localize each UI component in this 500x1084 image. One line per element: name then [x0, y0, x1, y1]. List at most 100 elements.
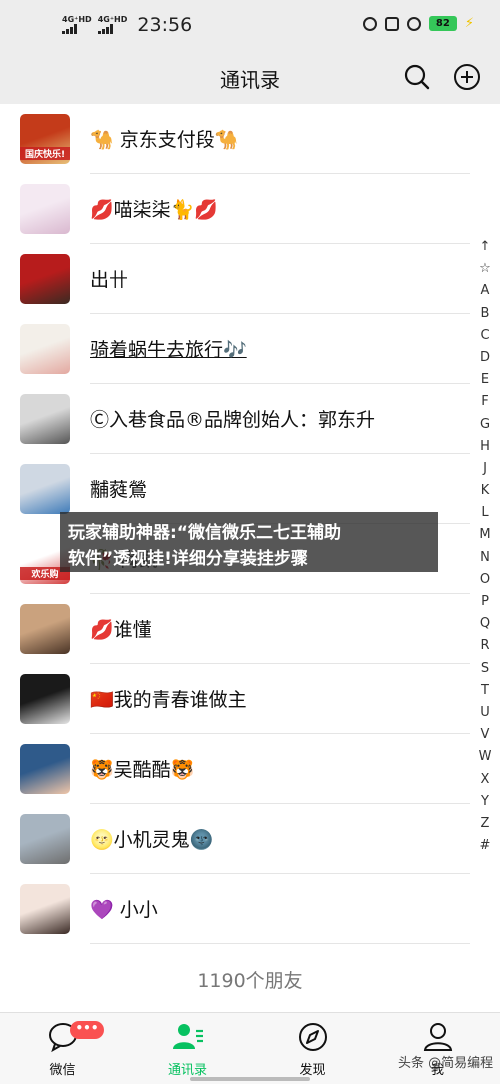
network-type-1: 4G⁺HD — [62, 15, 92, 24]
add-button[interactable] — [452, 62, 482, 92]
index-letter[interactable]: S — [474, 658, 496, 680]
tab-me[interactable]: 我 — [375, 1013, 500, 1084]
contact-name: 🐯吴酷酷🐯 — [90, 759, 195, 781]
clock: 23:56 — [137, 14, 193, 36]
network-type-2: 4G⁺HD — [97, 15, 128, 24]
search-button[interactable] — [402, 62, 432, 92]
tab-chats[interactable]: ••• 微信 — [0, 1013, 125, 1084]
status-bar: 4G⁺HD 4G⁺HD 23:56 82 ⚡ — [0, 0, 500, 52]
avatar: 国庆快乐! — [20, 114, 70, 164]
index-letter[interactable]: E — [474, 369, 496, 391]
alphabet-index[interactable]: ↑ ☆ A B C D E F G H J K L M N O P Q R S T U V W X Y Z # — [474, 236, 496, 857]
index-letter[interactable]: M — [474, 524, 496, 546]
contact-name: 💋喵柒柒🐈💋 — [90, 199, 218, 221]
signal-bars-icon — [62, 24, 77, 34]
index-letter[interactable]: O — [474, 569, 496, 591]
avatar — [20, 604, 70, 654]
index-letter[interactable]: # — [474, 835, 496, 857]
avatar — [20, 324, 70, 374]
index-letter[interactable]: G — [474, 414, 496, 436]
moon-icon — [406, 16, 421, 31]
index-letter[interactable]: X — [474, 769, 496, 791]
avatar-caption: 国庆快乐! — [20, 147, 70, 160]
index-letter[interactable]: V — [474, 724, 496, 746]
contact-name: 黼蕤鶯 — [90, 479, 148, 501]
index-letter[interactable]: N — [474, 547, 496, 569]
contacts-icon — [173, 1024, 203, 1049]
avatar — [20, 884, 70, 934]
index-letter[interactable]: Y — [474, 791, 496, 813]
index-letter[interactable]: R — [474, 635, 496, 657]
index-letter[interactable]: A — [474, 280, 496, 302]
index-letter[interactable]: B — [474, 303, 496, 325]
contact-name: 💋谁懂 — [90, 619, 152, 641]
plus-circle-icon — [454, 64, 480, 90]
alarm-icon — [362, 16, 377, 31]
index-letter[interactable]: F — [474, 391, 496, 413]
index-letter[interactable]: ☆ — [474, 258, 496, 280]
index-letter[interactable]: J — [474, 458, 496, 480]
avatar — [20, 464, 70, 514]
row-divider — [90, 943, 470, 944]
avatar — [20, 184, 70, 234]
contact-name: 🇨🇳我的青春谁做主 — [90, 689, 247, 711]
contact-name: Ⓒ入巷食品®品牌创始人：郭东升 — [90, 409, 376, 431]
banner-line-1: 玩家辅助神器:“微信微乐二七王辅助 — [68, 523, 341, 543]
banner-line-2: 软件”透视挂!详细分享装挂步骤 — [68, 549, 308, 569]
index-letter[interactable]: C — [474, 325, 496, 347]
search-icon — [404, 64, 430, 90]
contact-row[interactable]: 骑着蜗牛去旅行🎶 — [0, 314, 470, 384]
status-left: 4G⁺HD 4G⁺HD 23:56 — [62, 14, 192, 36]
index-letter[interactable]: Q — [474, 613, 496, 635]
avatar — [20, 674, 70, 724]
bottom-tab-bar: ••• 微信 通讯录 发现 我 — [0, 1012, 500, 1084]
index-letter[interactable]: L — [474, 502, 496, 524]
tab-label: 微信 — [49, 1063, 76, 1078]
status-right: 82 ⚡ — [362, 16, 474, 31]
index-letter[interactable]: D — [474, 347, 496, 369]
avatar — [20, 814, 70, 864]
signal-sim2: 4G⁺HD — [97, 15, 128, 34]
contact-row[interactable]: 💜 小小 — [0, 874, 470, 944]
watermark: 头条 @简易编程 — [398, 1056, 494, 1071]
avatar — [20, 394, 70, 444]
index-letter[interactable]: P — [474, 591, 496, 613]
contact-name: 🐪 京东支付段🐪 — [90, 129, 239, 151]
index-letter[interactable]: W — [474, 746, 496, 768]
contact-row[interactable]: Ⓒ入巷食品®品牌创始人：郭东升 — [0, 384, 470, 454]
contact-name: 出卄 — [90, 269, 129, 291]
contact-name: 骑着蜗牛去旅行🎶 — [90, 339, 247, 361]
tab-contacts[interactable]: 通讯录 — [125, 1013, 250, 1084]
vibrate-icon — [384, 16, 399, 31]
app-header: 通讯录 — [0, 52, 500, 104]
contact-row[interactable]: 💋喵柒柒🐈💋 — [0, 174, 470, 244]
contact-row[interactable]: 🐯吴酷酷🐯 — [0, 734, 470, 804]
battery-icon: 82 — [428, 16, 457, 31]
tab-discover[interactable]: 发现 — [250, 1013, 375, 1084]
home-indicator — [190, 1077, 310, 1081]
overlay-banner: 玩家辅助神器:“微信微乐二七王辅助 软件”透视挂!详细分享装挂步骤 — [60, 512, 438, 572]
index-letter[interactable]: ↑ — [474, 236, 496, 258]
contact-row[interactable]: 🌝小机灵鬼🌚 — [0, 804, 470, 874]
contact-row[interactable]: 💋谁懂 — [0, 594, 470, 664]
friend-count: 1190个朋友 — [197, 970, 303, 992]
contact-row[interactable]: 🇨🇳我的青春谁做主 — [0, 664, 470, 734]
contact-row[interactable]: 国庆快乐! 🐪 京东支付段🐪 — [0, 104, 470, 174]
contact-name: 💜 小小 — [90, 899, 158, 921]
index-letter[interactable]: Z — [474, 813, 496, 835]
contact-name: 🌝小机灵鬼🌚 — [90, 829, 214, 851]
person-icon — [423, 1023, 453, 1051]
tab-label: 发现 — [299, 1063, 326, 1078]
contact-row[interactable]: 出卄 — [0, 244, 470, 314]
compass-icon — [299, 1023, 327, 1051]
avatar — [20, 744, 70, 794]
index-letter[interactable]: H — [474, 436, 496, 458]
tab-label: 通讯录 — [167, 1063, 207, 1078]
charging-icon: ⚡ — [464, 16, 474, 31]
unread-badge: ••• — [70, 1021, 104, 1039]
index-letter[interactable]: T — [474, 680, 496, 702]
index-letter[interactable]: U — [474, 702, 496, 724]
signal-sim1: 4G⁺HD — [62, 16, 92, 34]
index-letter[interactable]: K — [474, 480, 496, 502]
avatar — [20, 254, 70, 304]
